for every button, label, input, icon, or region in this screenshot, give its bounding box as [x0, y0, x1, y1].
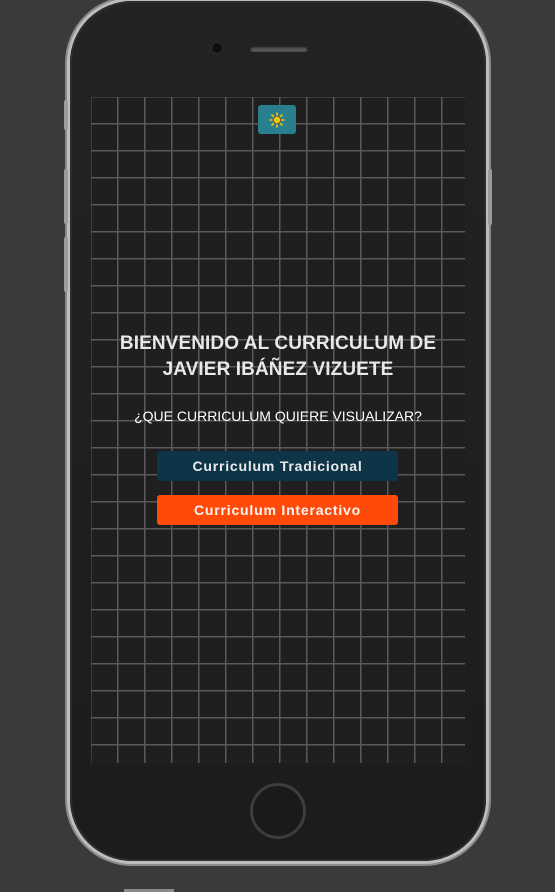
title-line-2: JAVIER IBÁÑEZ VIZUETE [162, 359, 394, 380]
power-button [488, 169, 492, 225]
earpiece-speaker [250, 46, 308, 52]
title-line-1: BIENVENIDO AL CURRICULUM DE [119, 333, 437, 354]
volume-up-button [64, 169, 68, 224]
traditional-curriculum-button[interactable]: Curriculum Tradicional [157, 451, 398, 481]
question-text: ¿QUE CURRICULUM QUIERE VISUALIZAR? [134, 408, 422, 424]
front-camera-icon [212, 43, 222, 53]
interactive-curriculum-button[interactable]: Curriculum Interactivo [157, 495, 398, 525]
home-button[interactable] [250, 783, 306, 839]
silent-switch [64, 100, 68, 130]
sun-icon [269, 111, 285, 128]
page-title: BIENVENIDO AL CURRICULUM DE JAVIER IBÁÑE… [91, 331, 465, 383]
volume-down-button [64, 237, 68, 292]
phone-screen: BIENVENIDO AL CURRICULUM DE JAVIER IBÁÑE… [91, 97, 465, 763]
theme-toggle-button[interactable] [258, 105, 296, 134]
page: BIENVENIDO AL CURRICULUM DE JAVIER IBÁÑE… [0, 0, 555, 892]
